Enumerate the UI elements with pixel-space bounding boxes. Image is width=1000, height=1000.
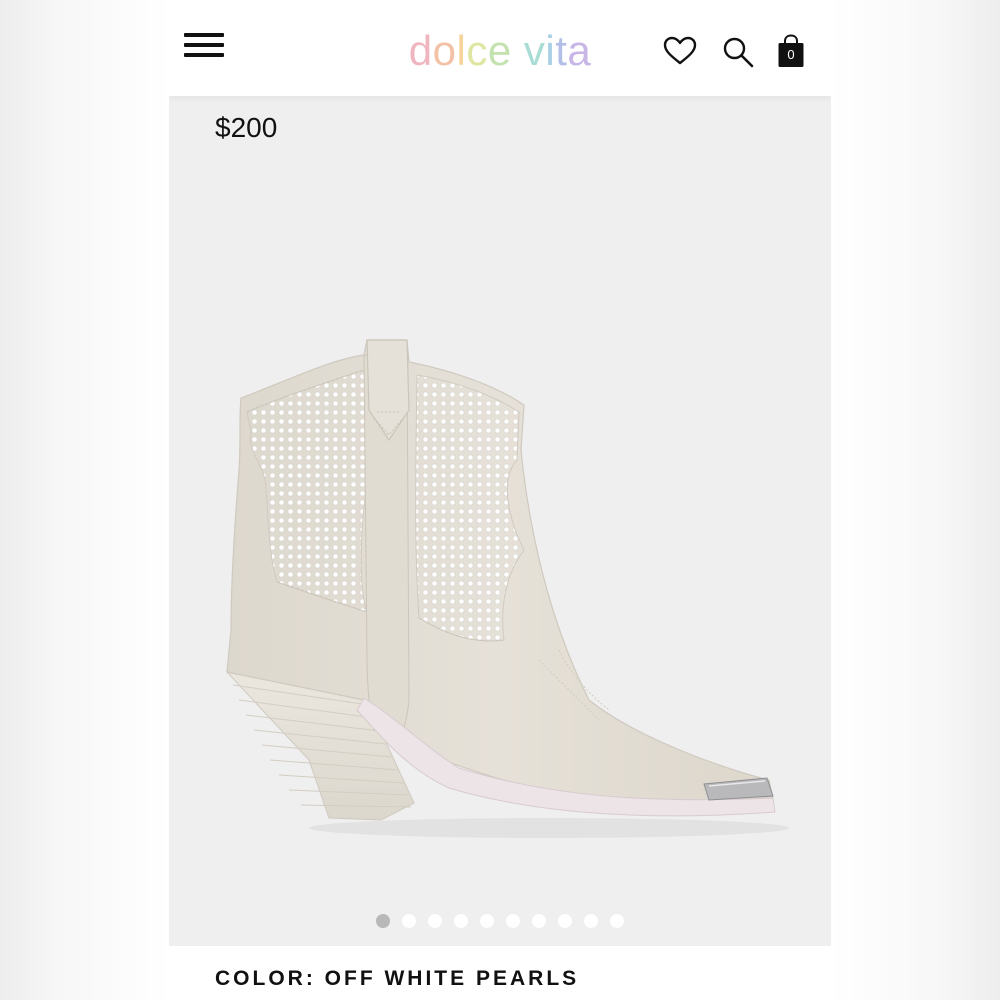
logo-letter: c xyxy=(466,27,488,74)
logo-letter: t xyxy=(555,27,568,74)
search-icon[interactable] xyxy=(722,36,754,68)
carousel-dot[interactable] xyxy=(428,913,442,928)
site-header: dolce vita 0 xyxy=(169,0,831,96)
carousel-dot[interactable] xyxy=(506,913,520,928)
carousel-dot[interactable] xyxy=(610,913,624,928)
carousel-dot[interactable] xyxy=(532,913,546,928)
carousel-dot[interactable] xyxy=(402,913,416,928)
heart-icon[interactable] xyxy=(663,36,697,66)
logo-letter: l xyxy=(456,27,467,74)
carousel-dot[interactable] xyxy=(454,913,468,928)
logo-letter xyxy=(512,26,524,76)
shopping-bag-icon[interactable]: 0 xyxy=(777,34,805,68)
logo-letter: v xyxy=(523,27,546,74)
carousel-dot[interactable] xyxy=(376,913,390,928)
logo-letter: d xyxy=(408,27,433,74)
color-section: COLOR: OFF WHITE PEARLS xyxy=(169,946,831,1000)
carousel-dot[interactable] xyxy=(558,913,572,928)
logo-letter: e xyxy=(487,27,512,74)
cart-count: 0 xyxy=(787,47,795,62)
carousel-dots xyxy=(169,912,831,930)
product-price: $200 xyxy=(215,112,278,143)
logo-letter: i xyxy=(545,27,556,74)
carousel-dot[interactable] xyxy=(480,913,494,928)
product-page: dolce vita 0 $200 COLOR: OFF WHITE PEARL… xyxy=(169,0,831,1000)
carousel-dot[interactable] xyxy=(584,913,598,928)
color-label: COLOR: OFF WHITE PEARLS xyxy=(215,967,580,990)
product-image[interactable] xyxy=(169,300,831,860)
logo-letter: o xyxy=(432,27,457,74)
logo-letter: a xyxy=(567,27,592,74)
